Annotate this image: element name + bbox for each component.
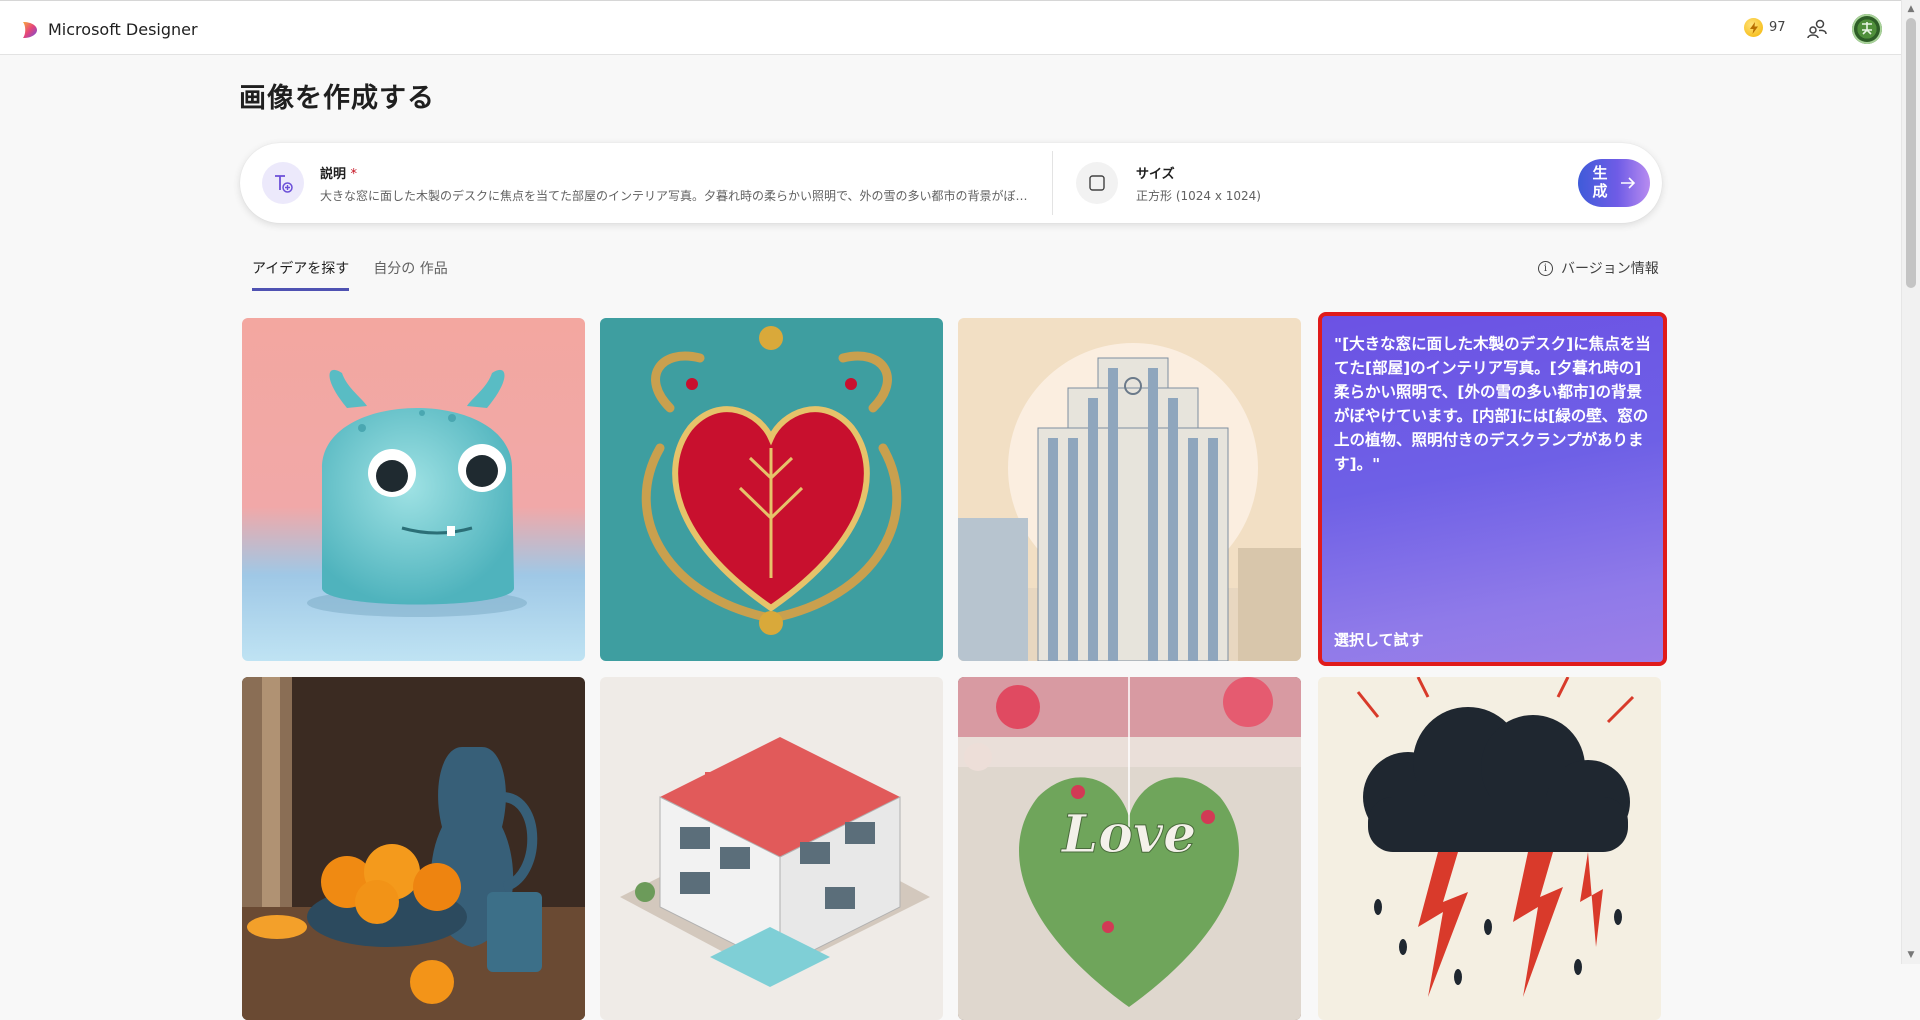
description-label: 説明 * <box>320 163 357 182</box>
square-size-icon[interactable] <box>1076 162 1118 204</box>
monster-image <box>242 318 585 661</box>
selected-prompt-text: "[大きな窓に面した木製のデスク]に焦点を当てた[部屋]のインテリア写真。[夕暮… <box>1334 335 1651 473</box>
scroll-down-arrow-icon[interactable]: ▼ <box>1906 950 1916 960</box>
gallery-tile-skyscraper[interactable] <box>958 318 1301 661</box>
page-scrollbar[interactable]: ▲ ▼ <box>1901 0 1920 964</box>
gallery-tile-monster[interactable] <box>242 318 585 661</box>
gallery-tile-heart[interactable] <box>600 318 943 661</box>
credits-count: 97 <box>1769 20 1786 35</box>
skyscraper-image <box>958 318 1301 661</box>
storm-cloud-image <box>1318 677 1661 1020</box>
share-people-icon[interactable] <box>1806 18 1828 40</box>
generate-button[interactable]: 生成 <box>1578 159 1650 207</box>
gallery-tile-oranges[interactable] <box>242 677 585 1020</box>
gallery-tile-storm[interactable] <box>1318 677 1661 1020</box>
gallery-tabs: アイデアを探す 自分の 作品 <box>252 258 448 291</box>
top-bar: Microsoft Designer 97 <box>0 0 1902 55</box>
isometric-house-image <box>600 677 943 1020</box>
required-mark: * <box>350 167 358 182</box>
try-selected-button[interactable]: 選択して試す <box>1334 629 1424 650</box>
size-label: サイズ <box>1136 167 1175 182</box>
gallery-tile-house[interactable] <box>600 677 943 1020</box>
gallery-tile-love[interactable]: Love <box>958 677 1301 1020</box>
description-label-text: 説明 <box>320 167 347 182</box>
version-info-link[interactable]: i バージョン情報 <box>1538 258 1659 278</box>
info-icon: i <box>1538 260 1553 276</box>
arrow-right-icon <box>1621 177 1636 189</box>
text-prompt-icon <box>262 162 304 204</box>
avatar-glyph-icon <box>1862 22 1872 35</box>
credits-indicator[interactable]: 97 <box>1744 18 1786 37</box>
tab-explore-ideas[interactable]: アイデアを探す <box>252 258 350 291</box>
designer-logo-icon <box>23 21 37 38</box>
prompt-divider <box>1052 151 1053 215</box>
prompt-bar: 説明 * 大きな窓に面した木製のデスクに焦点を当てた部屋のインテリア写真。夕暮れ… <box>240 143 1662 223</box>
gallery-tile-selected-prompt[interactable]: "[大きな窓に面した木製のデスク]に焦点を当てた[部屋]のインテリア写真。[夕暮… <box>1318 312 1667 666</box>
love-word: Love <box>1060 804 1197 865</box>
page-title: 画像を作成する <box>239 83 435 114</box>
scroll-up-arrow-icon[interactable]: ▲ <box>1906 4 1916 14</box>
app-name: Microsoft Designer <box>48 20 198 39</box>
scroll-thumb[interactable] <box>1906 18 1916 288</box>
brand[interactable]: Microsoft Designer <box>20 20 198 39</box>
size-selector[interactable]: 正方形 (1024 x 1024) <box>1136 187 1261 204</box>
paper-love-heart-image: Love <box>958 677 1301 1020</box>
boost-coin-icon <box>1744 18 1763 37</box>
tab-my-creations[interactable]: 自分の 作品 <box>373 258 447 291</box>
generate-label: 生成 <box>1592 165 1608 200</box>
user-avatar[interactable] <box>1852 14 1882 44</box>
version-info-label: バージョン情報 <box>1561 261 1659 277</box>
embroidered-heart-image <box>600 318 943 661</box>
description-input[interactable]: 大きな窓に面した木製のデスクに焦点を当てた部屋のインテリア写真。夕暮れ時の柔らか… <box>320 187 1030 204</box>
oranges-still-life-image <box>242 677 585 1020</box>
